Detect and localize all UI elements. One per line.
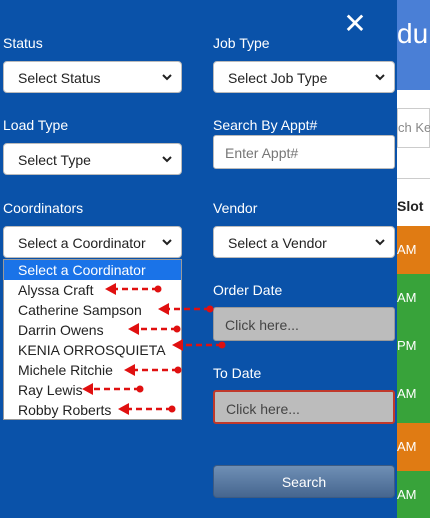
annotation-dot (154, 285, 162, 293)
annotation-arrowhead (105, 283, 116, 295)
annotation-dot (206, 305, 214, 313)
annotation-dot (173, 325, 181, 333)
annotation-arrowhead (124, 364, 135, 376)
annotation-arrowhead (158, 303, 169, 315)
annotation-arrowhead (128, 323, 139, 335)
annotation-arrowhead (118, 403, 129, 415)
annotation-arrows (82, 283, 226, 415)
annotation-arrowhead (172, 339, 183, 351)
annotation-dot (218, 341, 226, 349)
annotation-arrowhead (82, 383, 93, 395)
annotation-dot (174, 366, 182, 374)
annotation-dot (168, 405, 176, 413)
annotation-dot (136, 385, 144, 393)
